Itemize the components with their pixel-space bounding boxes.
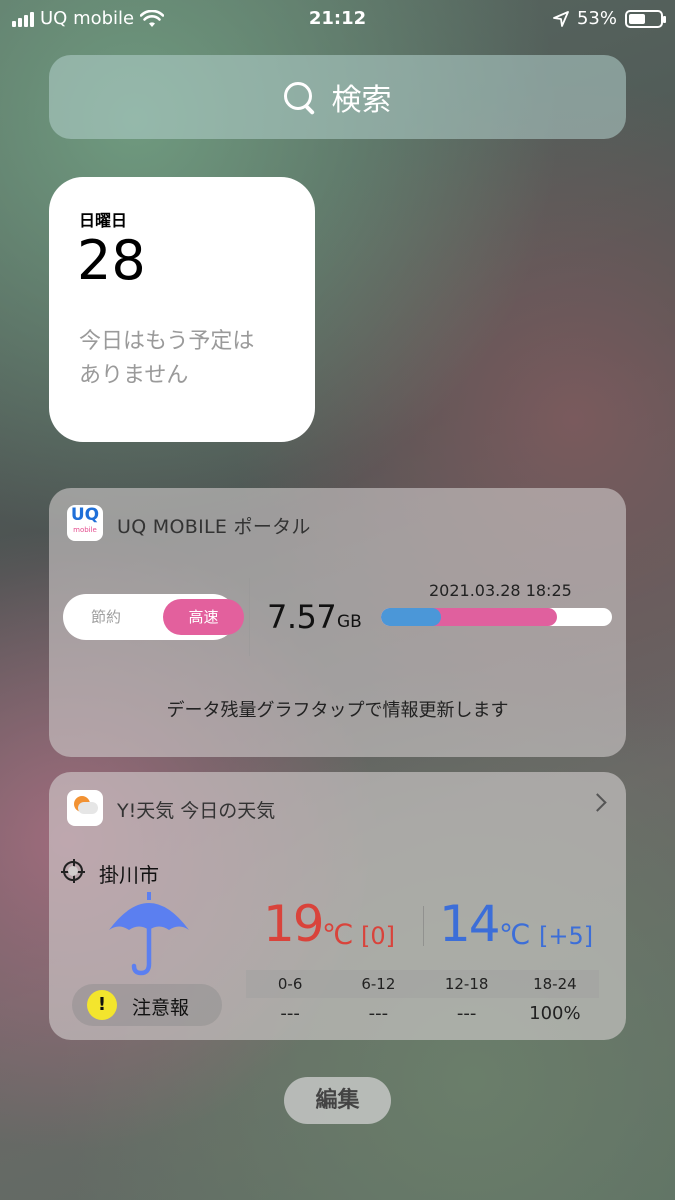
uq-logo-subtext: mobile	[73, 526, 97, 534]
weather-widget-title: Y!天気 今日の天気	[117, 800, 276, 822]
status-bar: UQ mobile 21:12 53%	[0, 0, 675, 38]
location-arrow-icon	[553, 10, 569, 27]
rain-period: 0-6	[277, 975, 303, 993]
temperature-divider	[423, 906, 424, 946]
yahoo-weather-logo-icon	[67, 790, 103, 826]
data-usage-bar-blue	[381, 608, 442, 626]
umbrella-icon	[109, 892, 189, 976]
calendar-message-line1: 今日はもう予定は	[79, 329, 255, 354]
high-temperature-diff: [0]	[361, 922, 395, 950]
search-icon	[283, 82, 315, 115]
data-usage-bar[interactable]	[381, 608, 612, 626]
high-temperature-unit: ℃	[322, 918, 354, 951]
data-remaining-value: 7.57	[267, 598, 337, 636]
search-label: 検索	[331, 83, 392, 118]
uq-widget-title: UQ MOBILE ポータル	[117, 516, 311, 538]
rain-probability: 100%	[529, 1003, 581, 1024]
uq-logo-text: UQ	[70, 505, 100, 525]
battery-level	[629, 13, 645, 24]
calendar-widget[interactable]: 日曜日 28 今日はもう予定は ありません	[49, 177, 315, 442]
rain-period-header: 0-6 6-12 12-18 18-24	[246, 970, 599, 998]
rain-period: 12-18	[444, 975, 489, 993]
calendar-date: 28	[77, 229, 146, 292]
calendar-message: 今日はもう予定は ありません	[79, 325, 299, 393]
high-temperature: 19	[263, 895, 325, 953]
rain-period: 6-12	[361, 975, 396, 993]
low-temperature-unit: ℃	[499, 918, 531, 951]
warning-icon: !	[87, 990, 117, 1020]
speed-mode-toggle[interactable]: 節約 高速	[63, 594, 244, 640]
location-target-icon	[61, 859, 85, 883]
weather-location: 掛川市	[99, 863, 159, 887]
status-right: 53%	[553, 8, 666, 29]
battery-percent: 53%	[576, 8, 617, 29]
rain-probability: ---	[368, 1003, 389, 1024]
rain-probability-row: --- --- --- 100%	[246, 1000, 599, 1028]
divider	[249, 578, 250, 656]
search-bar[interactable]: 検索	[49, 55, 626, 139]
data-updated-time: 2021.03.28 18:25	[429, 581, 572, 600]
low-temperature: 14	[439, 895, 501, 953]
rain-probability: ---	[280, 1003, 300, 1024]
rain-period: 18-24	[533, 975, 577, 993]
toggle-save-option[interactable]: 節約	[63, 594, 149, 640]
low-temperature-diff: [+5]	[539, 922, 594, 950]
weather-widget[interactable]: Y!天気 今日の天気 掛川市 19 ℃ [0] 14 ℃ [+5] 0-6 6-…	[49, 772, 626, 1040]
weather-alert-badge[interactable]: ! 注意報	[72, 984, 222, 1026]
battery-icon	[625, 9, 666, 28]
chevron-right-icon[interactable]	[588, 793, 607, 812]
uq-mobile-widget[interactable]: UQ mobile UQ MOBILE ポータル 節約 高速 7.57 GB 2…	[49, 488, 626, 757]
calendar-weekday: 日曜日	[79, 211, 128, 230]
toggle-fast-option[interactable]: 高速	[163, 599, 244, 635]
weather-alert-label: 注意報	[132, 997, 190, 1019]
data-remaining-unit: GB	[337, 612, 362, 632]
edit-button[interactable]: 編集	[284, 1077, 391, 1124]
data-refresh-hint: データ残量グラフタップで情報更新します	[166, 700, 509, 721]
uq-logo-icon: UQ mobile	[67, 505, 103, 541]
rain-probability: ---	[456, 1003, 477, 1024]
calendar-message-line2: ありません	[79, 363, 189, 388]
